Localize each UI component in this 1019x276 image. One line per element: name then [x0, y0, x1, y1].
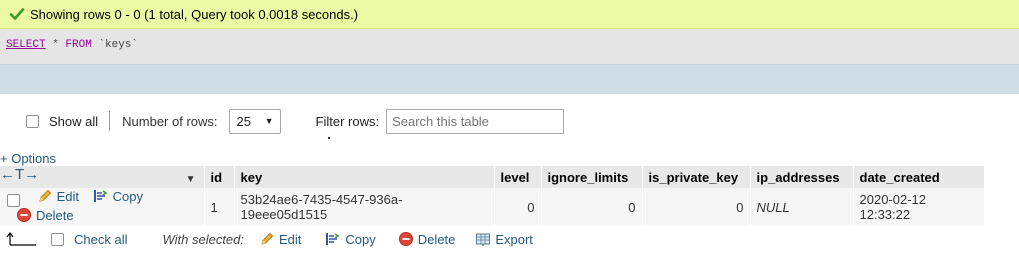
- copy-icon: [93, 190, 108, 202]
- column-header-id[interactable]: id: [204, 166, 235, 188]
- check-all-label[interactable]: Check all: [74, 232, 127, 247]
- divider: [109, 111, 111, 131]
- arrow-up-curve-icon: [6, 232, 36, 246]
- bulk-delete-button[interactable]: Delete: [398, 231, 456, 247]
- sql-star: *: [45, 39, 66, 51]
- export-icon: [476, 233, 491, 246]
- sql-query[interactable]: SELECT * FROM `keys`: [0, 29, 1019, 64]
- show-all-label[interactable]: Show all: [49, 114, 98, 129]
- bulk-copy-button[interactable]: Copy: [325, 231, 376, 247]
- navigation-row: Show all Number of rows: 25 ▼ Filter row…: [0, 106, 1019, 136]
- column-arrows-header: ←T→ ▼: [0, 166, 205, 188]
- row-copy-label: Copy: [112, 188, 144, 204]
- column-header-ignore-limits[interactable]: ignore_limits: [541, 166, 643, 188]
- row-actions-cell: Edit Copy Delete: [0, 188, 205, 227]
- sql-table: `keys`: [91, 39, 139, 51]
- pencil-icon: [38, 189, 51, 202]
- check-icon: [9, 8, 25, 20]
- copy-icon: [326, 233, 340, 245]
- cell-id[interactable]: 1: [204, 188, 235, 227]
- cell-level[interactable]: 0: [494, 188, 542, 227]
- rows-select[interactable]: 25 ▼: [228, 108, 281, 134]
- row-edit-label: Edit: [56, 188, 80, 204]
- sql-select-keyword[interactable]: SELECT: [6, 39, 46, 51]
- search-input[interactable]: [386, 108, 565, 134]
- bulk-copy-label: Copy: [345, 231, 376, 247]
- chevron-down-icon: ▼: [264, 116, 274, 126]
- table-row: Edit Copy Delete 1 53b24ae6-7435-4547-93…: [0, 188, 985, 227]
- column-header-key[interactable]: key: [234, 166, 495, 188]
- bulk-edit-button[interactable]: Edit: [259, 231, 301, 247]
- column-header-is-private-key[interactable]: is_private_key: [642, 166, 751, 188]
- dot-marker: [328, 137, 330, 139]
- pencil-icon: [261, 232, 274, 245]
- delete-icon: [398, 232, 413, 246]
- rows-select-value: 25: [236, 113, 251, 129]
- row-delete-link[interactable]: Delete: [16, 207, 74, 223]
- column-header-level[interactable]: level: [494, 166, 542, 188]
- delete-icon: [17, 208, 31, 223]
- show-all-checkbox[interactable]: [26, 114, 39, 128]
- cell-date-created[interactable]: 2020-02-12 12:33:22: [853, 188, 985, 227]
- column-header-date-created[interactable]: date_created: [853, 166, 985, 188]
- bulk-delete-label: Delete: [417, 231, 456, 247]
- bulk-export-button[interactable]: Export: [475, 231, 533, 247]
- bulk-export-label: Export: [495, 231, 533, 247]
- table-header-row: ←T→ ▼ id key level ignore_limits is_priv…: [0, 166, 985, 188]
- cell-key[interactable]: 53b24ae6-7435-4547-936a-19eee05d1515: [234, 188, 495, 227]
- with-selected-label: With selected:: [162, 231, 244, 247]
- query-toolbar: [0, 64, 1019, 94]
- cell-is-private-key[interactable]: 0: [642, 188, 751, 227]
- column-arrows-icon[interactable]: ←T→: [0, 166, 39, 183]
- cell-ip-addresses[interactable]: NULL: [750, 188, 854, 227]
- filter-rows-label: Filter rows:: [315, 113, 380, 129]
- cell-ignore-limits[interactable]: 0: [541, 188, 643, 227]
- row-copy-link[interactable]: Copy: [93, 188, 143, 204]
- success-message: Showing rows 0 - 0 (1 total, Query took …: [0, 0, 1019, 29]
- bulk-actions-row: Check all With selected: Edit Copy Delet…: [0, 226, 1019, 252]
- results-table: ←T→ ▼ id key level ignore_limits is_priv…: [0, 166, 985, 227]
- row-delete-label: Delete: [36, 207, 74, 223]
- sort-dropdown-icon[interactable]: ▼: [186, 174, 196, 185]
- number-of-rows-label: Number of rows:: [122, 113, 218, 129]
- row-checkbox[interactable]: [7, 194, 20, 208]
- row-edit-link[interactable]: Edit: [37, 188, 79, 204]
- message-text: Showing rows 0 - 0 (1 total, Query took …: [30, 6, 359, 22]
- column-header-ip-addresses[interactable]: ip_addresses: [750, 166, 854, 188]
- options-link[interactable]: + Options: [0, 151, 56, 166]
- sql-from-keyword: FROM: [65, 39, 92, 51]
- bulk-edit-label: Edit: [279, 231, 302, 247]
- check-all-checkbox[interactable]: [51, 232, 64, 246]
